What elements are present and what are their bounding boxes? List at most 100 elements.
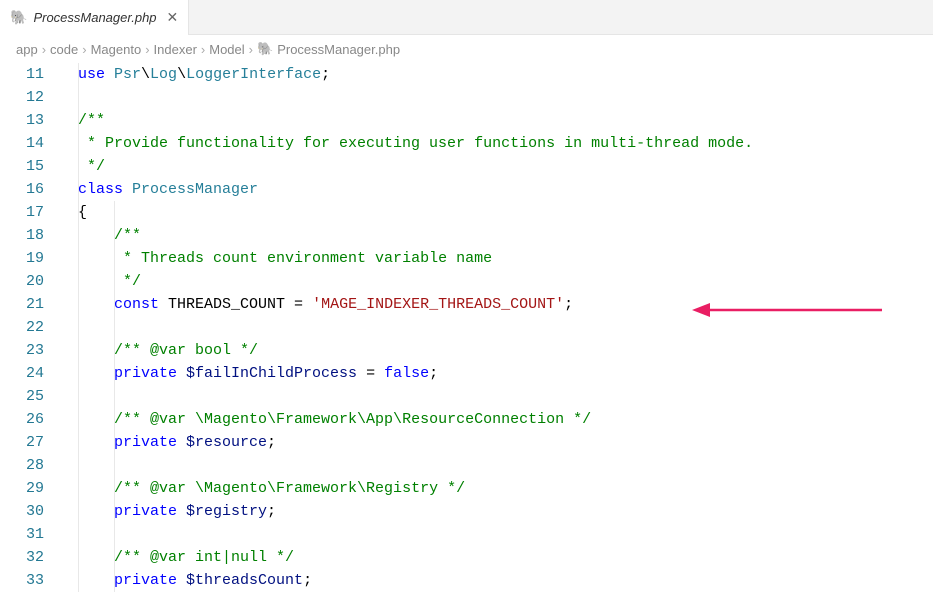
code-line[interactable]: * Threads count environment variable nam…: [78, 247, 933, 270]
token-black: [78, 503, 114, 520]
token-punc: \: [141, 66, 150, 83]
indent-guide: [114, 201, 115, 592]
breadcrumb-item[interactable]: code: [50, 42, 78, 57]
code-line[interactable]: private $resource;: [78, 431, 933, 454]
line-number: 11: [0, 63, 44, 86]
token-comment: /** @var \Magento\Framework\App\Resource…: [114, 411, 591, 428]
code-line[interactable]: /** @var bool */: [78, 339, 933, 362]
line-number: 24: [0, 362, 44, 385]
line-number: 15: [0, 155, 44, 178]
token-black: {: [78, 204, 87, 221]
token-var: $resource: [186, 434, 267, 451]
code-line[interactable]: /** @var int|null */: [78, 546, 933, 569]
token-keyword: private: [114, 365, 186, 382]
code-content[interactable]: use Psr\Log\LoggerInterface; /** * Provid…: [62, 63, 933, 592]
line-number: 13: [0, 109, 44, 132]
code-line[interactable]: [78, 316, 933, 339]
code-line[interactable]: [78, 86, 933, 109]
token-keyword: class: [78, 181, 132, 198]
token-black: [78, 365, 114, 382]
line-number: 19: [0, 247, 44, 270]
code-line[interactable]: /**: [78, 109, 933, 132]
token-black: ;: [564, 296, 573, 313]
code-line[interactable]: [78, 523, 933, 546]
token-comment: /** @var int|null */: [114, 549, 294, 566]
chevron-right-icon: ›: [42, 42, 46, 57]
code-line[interactable]: use Psr\Log\LoggerInterface;: [78, 63, 933, 86]
token-black: [78, 480, 114, 497]
line-number: 18: [0, 224, 44, 247]
token-black: [78, 250, 114, 267]
chevron-right-icon: ›: [82, 42, 86, 57]
tab-filename: ProcessManager.php: [33, 10, 156, 25]
code-line[interactable]: class ProcessManager: [78, 178, 933, 201]
code-line[interactable]: /** @var \Magento\Framework\Registry */: [78, 477, 933, 500]
token-comment: /** @var bool */: [114, 342, 258, 359]
breadcrumb-item[interactable]: Model: [209, 42, 244, 57]
code-line[interactable]: const THREADS_COUNT = 'MAGE_INDEXER_THRE…: [78, 293, 933, 316]
token-class: LoggerInterface: [186, 66, 321, 83]
code-line[interactable]: private $registry;: [78, 500, 933, 523]
token-black: =: [357, 365, 384, 382]
breadcrumb-file[interactable]: ProcessManager.php: [277, 42, 400, 57]
code-line[interactable]: /** @var \Magento\Framework\App\Resource…: [78, 408, 933, 431]
token-comment: /**: [78, 112, 105, 129]
line-number: 27: [0, 431, 44, 454]
token-black: ;: [267, 503, 276, 520]
line-number: 28: [0, 454, 44, 477]
code-line[interactable]: private $failInChildProcess = false;: [78, 362, 933, 385]
token-var: $registry: [186, 503, 267, 520]
code-line[interactable]: [78, 385, 933, 408]
chevron-right-icon: ›: [201, 42, 205, 57]
close-icon[interactable]: ✕: [167, 9, 179, 26]
line-number-gutter: 1112131415161718192021222324252627282930…: [0, 63, 62, 592]
token-comment: */: [78, 158, 105, 175]
token-string: 'MAGE_INDEXER_THREADS_COUNT': [312, 296, 564, 313]
token-black: [78, 434, 114, 451]
token-comment: * Threads count environment variable nam…: [114, 250, 492, 267]
tab-bar: 🐘 ProcessManager.php ✕: [0, 0, 933, 35]
token-black: ;: [429, 365, 438, 382]
token-black: [78, 411, 114, 428]
code-line[interactable]: * Provide functionality for executing us…: [78, 132, 933, 155]
token-black: [78, 572, 114, 589]
code-line[interactable]: */: [78, 270, 933, 293]
token-keyword: private: [114, 572, 186, 589]
php-icon: 🐘: [10, 9, 27, 26]
line-number: 23: [0, 339, 44, 362]
line-number: 21: [0, 293, 44, 316]
line-number: 31: [0, 523, 44, 546]
token-black: ;: [267, 434, 276, 451]
token-comment: /**: [114, 227, 141, 244]
code-line[interactable]: private $threadsCount;: [78, 569, 933, 592]
line-number: 32: [0, 546, 44, 569]
breadcrumb-item[interactable]: Magento: [91, 42, 142, 57]
token-black: [78, 273, 114, 290]
token-keyword: private: [114, 434, 186, 451]
php-icon: 🐘: [257, 41, 273, 57]
line-number: 16: [0, 178, 44, 201]
line-number: 33: [0, 569, 44, 592]
token-punc: \: [177, 66, 186, 83]
breadcrumb[interactable]: app › code › Magento › Indexer › Model ›…: [0, 35, 933, 63]
token-black: [78, 296, 114, 313]
line-number: 30: [0, 500, 44, 523]
code-line[interactable]: [78, 454, 933, 477]
code-line[interactable]: */: [78, 155, 933, 178]
breadcrumb-item[interactable]: app: [16, 42, 38, 57]
token-class: Log: [150, 66, 177, 83]
line-number: 29: [0, 477, 44, 500]
editor-area[interactable]: 1112131415161718192021222324252627282930…: [0, 63, 933, 592]
token-black: ;: [321, 66, 330, 83]
breadcrumb-item[interactable]: Indexer: [154, 42, 197, 57]
token-comment: */: [114, 273, 141, 290]
token-var: $failInChildProcess: [186, 365, 357, 382]
tab-processmanager[interactable]: 🐘 ProcessManager.php ✕: [0, 0, 189, 35]
line-number: 22: [0, 316, 44, 339]
token-class: ProcessManager: [132, 181, 258, 198]
code-line[interactable]: {: [78, 201, 933, 224]
token-black: [78, 549, 114, 566]
token-keyword: const: [114, 296, 168, 313]
code-line[interactable]: /**: [78, 224, 933, 247]
token-black: [78, 227, 114, 244]
